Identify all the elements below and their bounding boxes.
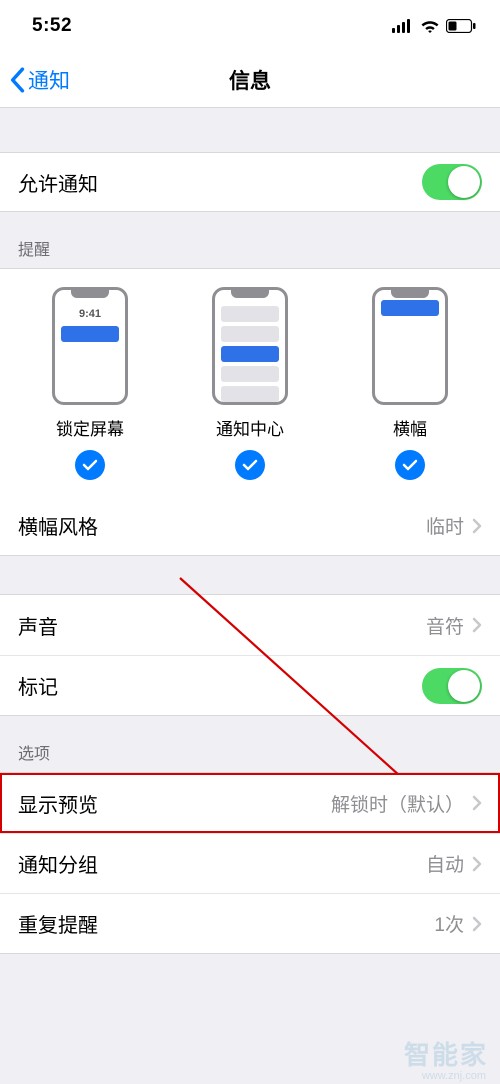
banner-style-value: 临时 xyxy=(426,512,464,539)
banner-preview xyxy=(372,287,448,405)
status-bar: 5:52 xyxy=(0,0,500,52)
alert-option-lock-screen[interactable]: 9:41 锁定屏幕 xyxy=(11,287,169,480)
banner-style-cell[interactable]: 横幅风格 临时 xyxy=(0,496,500,556)
back-label: 通知 xyxy=(28,65,70,95)
badge-switch[interactable] xyxy=(422,668,482,704)
battery-icon xyxy=(446,19,476,33)
alert-option-banner[interactable]: 横幅 xyxy=(331,287,489,480)
status-time: 5:52 xyxy=(32,15,72,37)
badge-label: 标记 xyxy=(18,671,422,700)
chevron-right-icon xyxy=(472,518,482,534)
check-icon xyxy=(242,459,258,471)
nav-bar: 通知 信息 xyxy=(0,52,500,108)
show-previews-value: 解锁时（默认） xyxy=(331,790,464,817)
chevron-left-icon xyxy=(8,67,26,93)
alert-lock-label: 锁定屏幕 xyxy=(56,415,124,440)
chevron-right-icon xyxy=(472,916,482,932)
lock-screen-preview: 9:41 xyxy=(52,287,128,405)
alert-center-check[interactable] xyxy=(235,450,265,480)
watermark-url: www.znj.com xyxy=(422,1070,486,1082)
check-icon xyxy=(82,459,98,471)
check-icon xyxy=(402,459,418,471)
status-indicators xyxy=(392,19,476,33)
chevron-right-icon xyxy=(472,617,482,633)
badge-cell: 标记 xyxy=(0,655,500,715)
alert-lock-check[interactable] xyxy=(75,450,105,480)
banner-style-label: 横幅风格 xyxy=(18,511,426,540)
alert-banner-label: 横幅 xyxy=(393,415,427,440)
chevron-right-icon xyxy=(472,856,482,872)
sound-value: 音符 xyxy=(426,612,464,639)
cellular-icon xyxy=(392,19,414,33)
chevron-right-icon xyxy=(472,795,482,811)
show-previews-label: 显示预览 xyxy=(18,789,331,818)
alert-banner-check[interactable] xyxy=(395,450,425,480)
sound-badge-group: 声音 音符 标记 xyxy=(0,594,500,716)
notification-grouping-value: 自动 xyxy=(426,850,464,877)
repeat-alerts-value: 1次 xyxy=(434,910,464,937)
repeat-alerts-label: 重复提醒 xyxy=(18,909,434,938)
show-previews-cell[interactable]: 显示预览 解锁时（默认） xyxy=(0,773,500,833)
sound-label: 声音 xyxy=(18,611,426,640)
back-button[interactable]: 通知 xyxy=(0,65,70,95)
watermark-brand: 智能家 xyxy=(404,1035,488,1072)
alert-option-notification-center[interactable]: 通知中心 xyxy=(171,287,329,480)
repeat-alerts-cell[interactable]: 重复提醒 1次 xyxy=(0,893,500,953)
notification-grouping-label: 通知分组 xyxy=(18,849,426,878)
notification-center-preview xyxy=(212,287,288,405)
page-title: 信息 xyxy=(0,65,500,95)
alerts-row: 9:41 锁定屏幕 通知中心 横幅 xyxy=(0,268,500,496)
options-group: 显示预览 解锁时（默认） 通知分组 自动 重复提醒 1次 xyxy=(0,772,500,954)
notification-grouping-cell[interactable]: 通知分组 自动 xyxy=(0,833,500,893)
allow-notifications-switch[interactable] xyxy=(422,164,482,200)
allow-notifications-cell: 允许通知 xyxy=(0,152,500,212)
lock-screen-time: 9:41 xyxy=(55,308,125,320)
options-section-header: 选项 xyxy=(0,716,500,772)
alert-center-label: 通知中心 xyxy=(216,415,284,440)
allow-notifications-label: 允许通知 xyxy=(18,168,422,197)
wifi-icon xyxy=(420,19,440,33)
alerts-section-header: 提醒 xyxy=(0,212,500,268)
sound-cell[interactable]: 声音 音符 xyxy=(0,595,500,655)
